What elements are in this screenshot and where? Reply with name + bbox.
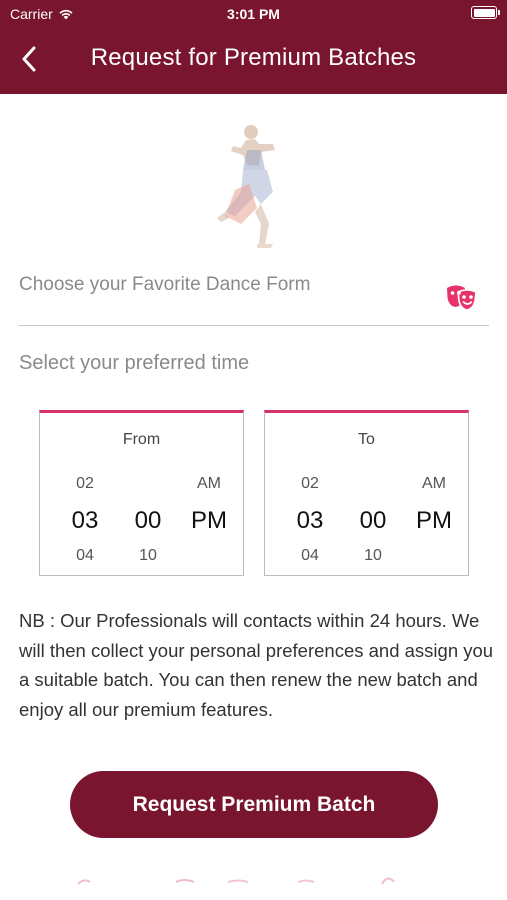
page-title: Request for Premium Batches xyxy=(90,44,417,71)
to-period-prev[interactable]: AM xyxy=(409,475,459,493)
note-text: NB : Our Professionals will contacts wit… xyxy=(19,610,494,720)
status-time: 3:01 PM xyxy=(227,6,280,22)
from-minute-next[interactable]: 10 xyxy=(123,547,173,565)
theater-mask-icon xyxy=(447,285,477,311)
to-hour-selected[interactable]: 03 xyxy=(285,507,335,535)
request-premium-batch-button[interactable]: Request Premium Batch xyxy=(70,771,438,838)
dancer-illustration xyxy=(217,125,275,248)
app-header: Carrier 3:01 PM Request for Premium Batc… xyxy=(0,0,507,94)
dance-form-selector[interactable]: Choose your Favorite Dance Form xyxy=(19,266,489,326)
time-section-label: Select your preferred time xyxy=(19,352,250,374)
from-time-picker[interactable]: From 02 AM 03 00 PM 04 10 xyxy=(39,410,244,576)
battery-icon xyxy=(471,6,500,19)
bottom-decoration xyxy=(77,877,395,885)
to-hour-prev[interactable]: 02 xyxy=(285,475,335,493)
to-minute-next[interactable]: 10 xyxy=(348,547,398,565)
from-minute-selected[interactable]: 00 xyxy=(123,507,173,535)
from-hour-next[interactable]: 04 xyxy=(60,547,110,565)
from-period-prev[interactable]: AM xyxy=(184,475,234,493)
to-hour-next[interactable]: 04 xyxy=(285,547,335,565)
to-picker-title: To xyxy=(358,431,375,448)
dance-form-placeholder: Choose your Favorite Dance Form xyxy=(19,274,311,295)
from-hour-prev[interactable]: 02 xyxy=(60,475,110,493)
to-time-picker[interactable]: To 02 AM 03 00 PM 04 10 xyxy=(264,410,469,576)
from-hour-selected[interactable]: 03 xyxy=(60,507,110,535)
status-bar: Carrier 3:01 PM xyxy=(0,0,507,28)
from-picker-title: From xyxy=(122,431,161,448)
from-period-selected[interactable]: PM xyxy=(184,507,234,535)
to-minute-selected[interactable]: 00 xyxy=(348,507,398,535)
to-period-selected[interactable]: PM xyxy=(409,507,459,535)
